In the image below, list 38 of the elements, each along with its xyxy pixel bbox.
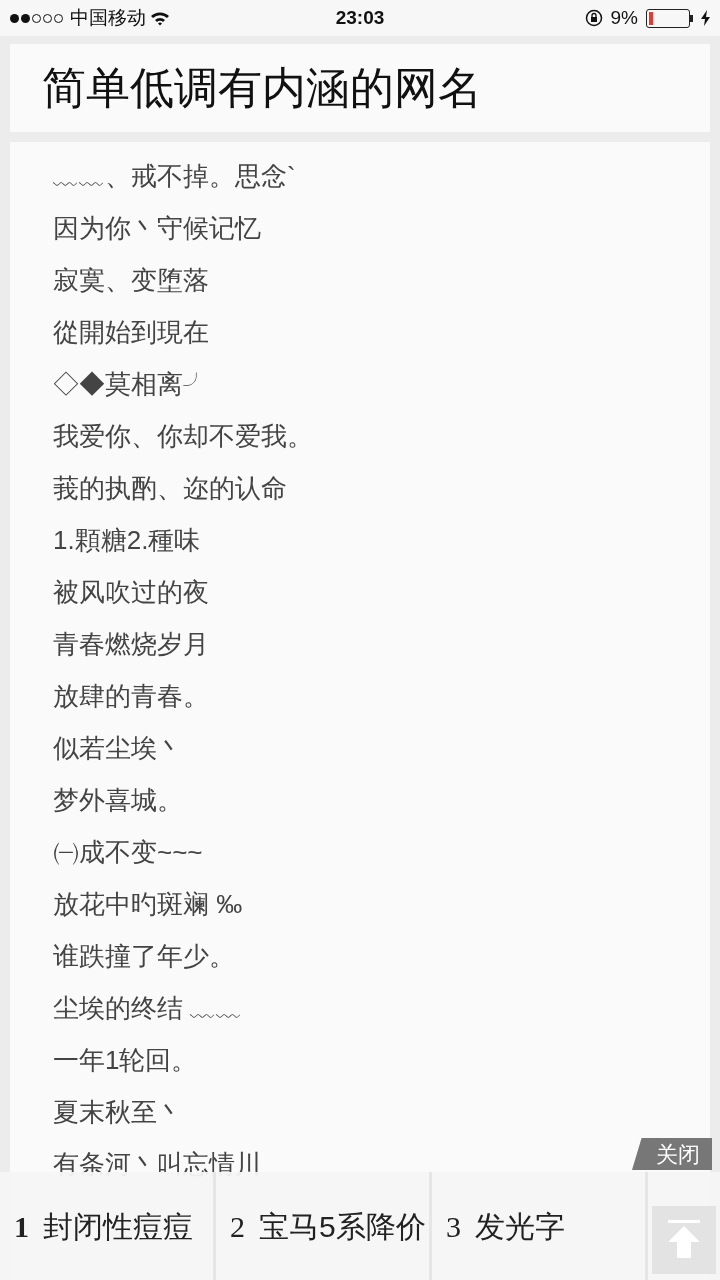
rotation-lock-icon: [584, 9, 603, 27]
nickname-text: 谁跌撞了年少。: [53, 940, 235, 973]
nickname-text: 尘埃的终结 ﹏﹏: [53, 992, 243, 1025]
nickname-text: 我爱你、你却不爱我。: [53, 420, 313, 453]
nickname-text: 寂寞、变堕落: [53, 264, 209, 297]
nickname-text: 青春燃烧岁月: [53, 628, 209, 661]
hot-search-label: 封闭性痘痘: [43, 1208, 193, 1245]
clock-time: 23:03: [334, 5, 386, 30]
hot-search-item[interactable]: 1 封闭性痘痘: [0, 1172, 216, 1280]
nickname-text: ﹏﹏、戒不掉。思念`: [53, 160, 296, 193]
nickname-text: 夏末秋至丶: [53, 1096, 183, 1129]
carrier-name: 中国移动: [70, 5, 146, 30]
nickname-text: 因为你丶守候记忆: [53, 212, 261, 245]
page-title: 简单低调有内涵的网名: [42, 62, 482, 114]
nickname-text: 放花中旳斑斓 ‰: [53, 888, 243, 921]
nickname-text: 被风吹过的夜: [53, 576, 209, 609]
battery-icon: [646, 8, 693, 28]
hot-search-item[interactable]: 3 发光字: [432, 1172, 648, 1280]
nickname-text: 似若尘埃丶: [53, 732, 183, 765]
hot-search-label: 宝马5系降价: [259, 1208, 426, 1245]
nickname-text: 1.顆糖2.種味: [53, 524, 201, 557]
rank-number: 2: [230, 1208, 245, 1245]
battery-percent: 9%: [610, 5, 638, 30]
nickname-text: 放肆的青春。: [53, 680, 209, 713]
nickname-text: 一年1轮回。: [53, 1044, 198, 1077]
nickname-text: 莪的执酌、迩的认命: [53, 472, 287, 505]
nickname-text: 梦外喜城。: [53, 784, 183, 817]
nickname-text: ㈠成不变~~~: [53, 836, 203, 869]
nickname-text: ◇◆莫相离╯: [53, 368, 209, 401]
hot-search-item[interactable]: 2 宝马5系降价: [216, 1172, 432, 1280]
close-tab[interactable]: 关闭: [632, 1138, 712, 1170]
wifi-icon: [150, 10, 170, 26]
nickname-text: 從開始到現在: [53, 316, 209, 349]
up-arrow-icon: [666, 1220, 702, 1260]
rank-number: 1: [14, 1208, 29, 1245]
back-to-top-button[interactable]: [652, 1206, 716, 1274]
rank-number: 3: [446, 1208, 461, 1245]
hot-search-label: 发光字: [475, 1208, 565, 1245]
